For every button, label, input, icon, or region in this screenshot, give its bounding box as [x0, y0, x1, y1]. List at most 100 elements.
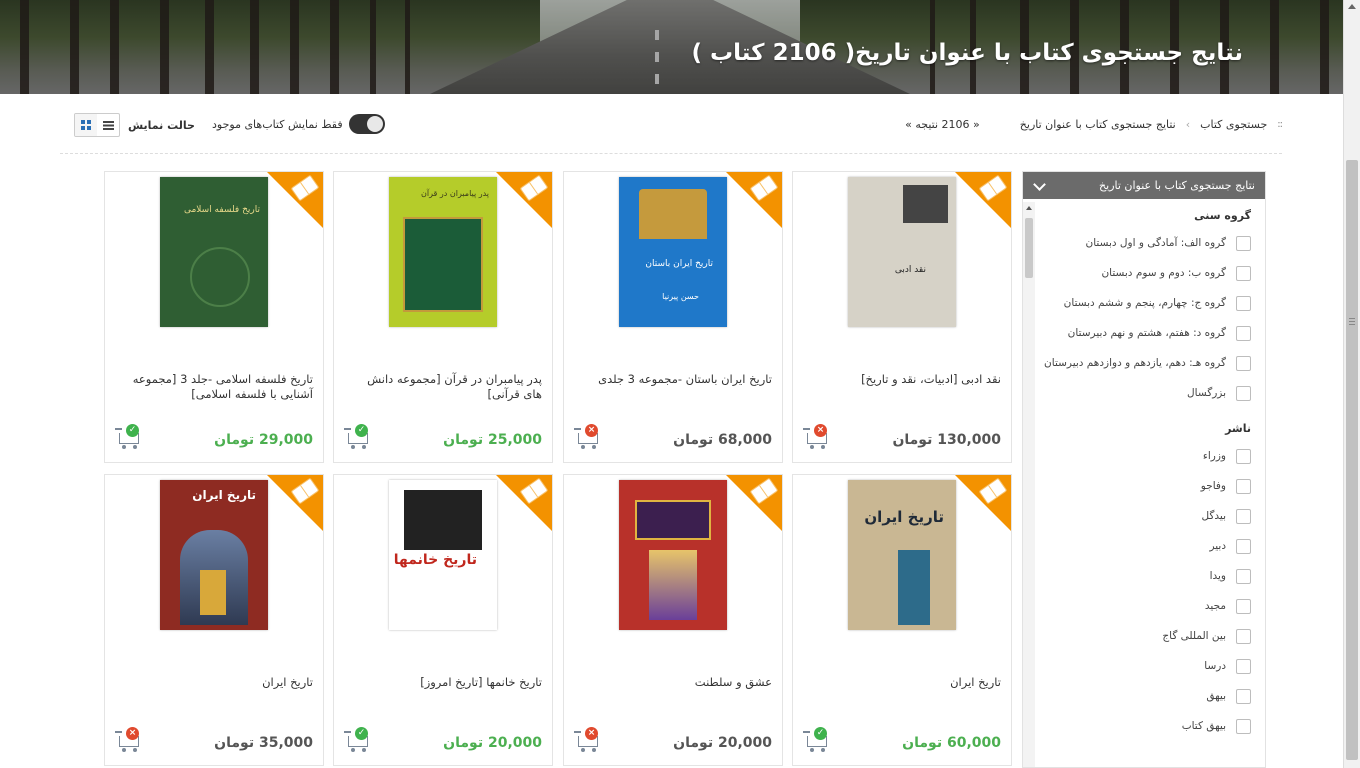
product-title[interactable]: نقد ادبی [ادبیات، نقد و تاریخ]	[805, 372, 1001, 387]
filter-option[interactable]: ویدا	[1023, 561, 1251, 591]
view-mode-buttons	[74, 113, 120, 137]
chevron-down-icon[interactable]	[1033, 178, 1046, 191]
checkbox[interactable]	[1236, 508, 1251, 524]
filter-option[interactable]: درسا	[1023, 651, 1251, 681]
product-card[interactable]: پدر پیامبران در قرآن پدر پیامبران در قرآ…	[333, 171, 553, 463]
filter-option[interactable]: بزرگسال	[1023, 378, 1251, 408]
checkbox[interactable]	[1236, 688, 1251, 704]
product-title[interactable]: تاریخ فلسفه اسلامی -جلد 3 [مجموعه آشنایی…	[117, 372, 313, 402]
checkbox[interactable]	[1236, 235, 1251, 251]
checkbox[interactable]	[1236, 355, 1251, 371]
book-ribbon-icon	[496, 172, 552, 228]
available-only-toggle[interactable]	[348, 114, 385, 134]
add-to-cart-button[interactable]: ×	[115, 727, 145, 753]
add-to-cart-button[interactable]: ×	[803, 424, 833, 450]
filter-option[interactable]: وزراء	[1023, 441, 1251, 471]
list-view-button[interactable]	[97, 114, 119, 136]
checkbox[interactable]	[1236, 538, 1251, 554]
filter-option[interactable]: گروه ج: چهارم، پنجم و ششم دبستان	[1023, 288, 1251, 318]
in-stock-check-icon: ✓	[355, 727, 368, 740]
book-ribbon-icon	[267, 475, 323, 531]
scroll-up-arrow-icon[interactable]	[1348, 4, 1356, 9]
book-cover[interactable]: تاریخ فلسفه اسلامی	[160, 177, 268, 327]
product-card[interactable]: نقد ادبی نقد ادبی [ادبیات، نقد و تاریخ] …	[792, 171, 1012, 463]
book-cover[interactable]: تاریخ خانمها	[389, 480, 497, 630]
checkbox[interactable]	[1236, 568, 1251, 584]
product-card[interactable]: تاریخ ایران تاریخ ایران 35,000 تومان ×	[104, 474, 324, 766]
out-of-stock-icon: ×	[814, 424, 827, 437]
product-price: 20,000 تومان	[673, 735, 772, 751]
out-of-stock-icon: ×	[585, 727, 598, 740]
filter-option[interactable]: بین المللی گاج	[1023, 621, 1251, 651]
breadcrumb-item-results[interactable]: نتایج جستجوی کتاب با عنوان تاریخ	[1020, 118, 1176, 131]
grid-view-button[interactable]	[75, 114, 97, 136]
add-to-cart-button[interactable]: ×	[574, 727, 604, 753]
filter-option[interactable]: گروه د: هفتم، هشتم و نهم دبیرستان	[1023, 318, 1251, 348]
book-cover[interactable]: پدر پیامبران در قرآن	[389, 177, 497, 327]
checkbox[interactable]	[1236, 325, 1251, 341]
product-title[interactable]: تاریخ ایران باستان -مجموعه 3 جلدی	[576, 372, 772, 387]
breadcrumb-item-search[interactable]: جستجوی کتاب	[1200, 118, 1267, 131]
filter-option[interactable]: گروه ب: دوم و سوم دبستان	[1023, 258, 1251, 288]
book-ribbon-icon	[267, 172, 323, 228]
checkbox[interactable]	[1236, 385, 1251, 401]
product-title[interactable]: پدر پیامبران در قرآن [مجموعه دانش های قر…	[346, 372, 542, 402]
filter-group-title: ناشر	[1225, 422, 1251, 435]
sidebar-header[interactable]: نتایج جستجوی کتاب با عنوان تاریخ	[1023, 172, 1265, 199]
product-card[interactable]: تاریخ خانمها تاریخ خانمها [تاریخ امروز] …	[333, 474, 553, 766]
checkbox[interactable]	[1236, 718, 1251, 734]
product-card[interactable]: تاریخ ایران باستان حسن پیرنیا تاریخ ایران…	[563, 171, 783, 463]
product-price: 68,000 تومان	[673, 432, 772, 448]
filter-option[interactable]: بیهق	[1023, 681, 1251, 711]
filter-option[interactable]: گروه الف: آمادگی و اول دبستان	[1023, 228, 1251, 258]
add-to-cart-button[interactable]: ✓	[344, 424, 374, 450]
checkbox[interactable]	[1236, 265, 1251, 281]
product-title[interactable]: تاریخ خانمها [تاریخ امروز]	[346, 675, 542, 690]
product-title[interactable]: تاریخ ایران	[805, 675, 1001, 690]
breadcrumb-dots-icon: ::	[1277, 119, 1283, 130]
product-price: 25,000 تومان	[443, 432, 542, 448]
book-cover[interactable]	[619, 480, 727, 630]
filter-option[interactable]: وفاجو	[1023, 471, 1251, 501]
book-cover[interactable]: نقد ادبی	[848, 177, 956, 327]
checkbox[interactable]	[1236, 295, 1251, 311]
filter-group-title: گروه سنی	[1194, 209, 1251, 222]
book-cover[interactable]: تاریخ ایران	[848, 480, 956, 630]
filter-sidebar: نتایج جستجوی کتاب با عنوان تاریخ گروه سن…	[1022, 171, 1266, 768]
product-title[interactable]: عشق و سلطنت	[576, 675, 772, 690]
book-cover[interactable]: تاریخ ایران	[160, 480, 268, 630]
product-price: 60,000 تومان	[902, 735, 1001, 751]
scrollbar-thumb[interactable]	[1346, 160, 1358, 760]
add-to-cart-button[interactable]: ✓	[115, 424, 145, 450]
product-card[interactable]: تاریخ فلسفه اسلامی تاریخ فلسفه اسلامی -ج…	[104, 171, 324, 463]
filter-option[interactable]: مجید	[1023, 591, 1251, 621]
page-scrollbar[interactable]	[1343, 0, 1360, 768]
result-count: « 2106 نتیجه »	[905, 118, 980, 131]
product-card[interactable]: عشق و سلطنت 20,000 تومان ×	[563, 474, 783, 766]
view-mode-label: حالت نمایش	[128, 118, 195, 132]
in-stock-check-icon: ✓	[814, 727, 827, 740]
filter-option[interactable]: دبیر	[1023, 531, 1251, 561]
product-title[interactable]: تاریخ ایران	[117, 675, 313, 690]
checkbox[interactable]	[1236, 598, 1251, 614]
book-ribbon-icon	[496, 475, 552, 531]
checkbox[interactable]	[1236, 658, 1251, 674]
book-ribbon-icon	[955, 475, 1011, 531]
checkbox[interactable]	[1236, 628, 1251, 644]
add-to-cart-button[interactable]: ✓	[344, 727, 374, 753]
checkbox[interactable]	[1236, 478, 1251, 494]
filter-option[interactable]: بیدگل	[1023, 501, 1251, 531]
product-card[interactable]: تاریخ ایران تاریخ ایران 60,000 تومان ✓	[792, 474, 1012, 766]
add-to-cart-button[interactable]: ✓	[803, 727, 833, 753]
checkbox[interactable]	[1236, 448, 1251, 464]
book-cover[interactable]: تاریخ ایران باستان حسن پیرنیا	[619, 177, 727, 327]
book-ribbon-icon	[726, 172, 782, 228]
filter-groups: گروه سنی گروه الف: آمادگی و اول دبستان گ…	[1023, 199, 1251, 767]
in-stock-check-icon: ✓	[126, 424, 139, 437]
add-to-cart-button[interactable]: ×	[574, 424, 604, 450]
out-of-stock-icon: ×	[126, 727, 139, 740]
filter-option[interactable]: گروه هـ: دهم، یازدهم و دوازدهم دبیرستان	[1023, 348, 1251, 378]
available-only-filter: فقط نمایش کتاب‌های موجود	[212, 114, 385, 134]
filter-option[interactable]: بیهق کتاب	[1023, 711, 1251, 741]
list-icon	[102, 120, 114, 130]
